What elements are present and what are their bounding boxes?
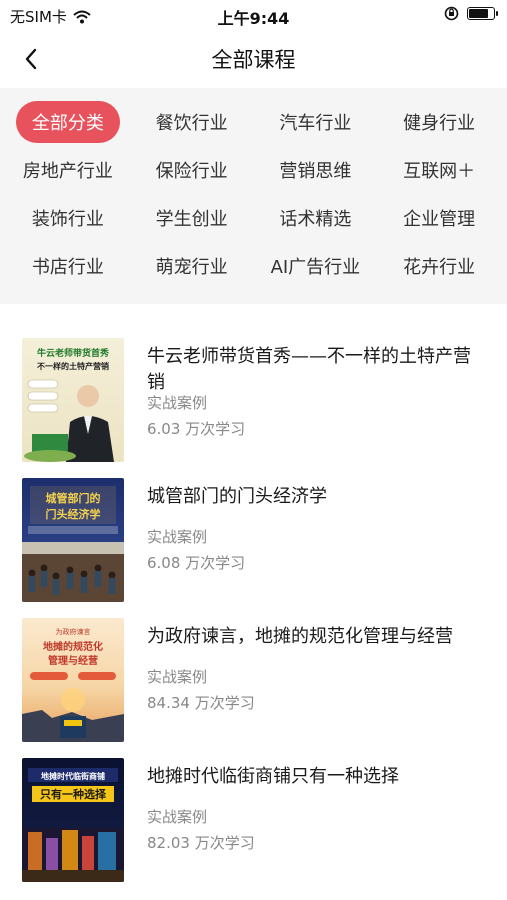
category-panel: 全部分类 餐饮行业 汽车行业 健身行业房地产行业 保险行业 营销思维 互联网＋ 装饰行业 学生创… <box>0 88 507 304</box>
course-title: 地摊时代临街商铺只有一种选择 <box>147 766 399 787</box>
category-label: 汽车行业 <box>279 113 352 134</box>
category-label: 花卉行业 <box>403 257 476 278</box>
category-item[interactable]: 萌宠行业 <box>130 246 254 286</box>
category-label: 餐饮行业 <box>155 113 228 134</box>
course-category: 实战案例 <box>147 808 208 826</box>
thumbnail-caption: 不一样的土特产营销 <box>37 361 109 371</box>
category-item[interactable]: 房地产行业 <box>6 150 130 190</box>
course-card[interactable]: 城管部门的 门头经济学 城管部门的门头经济学 实战案例 6.08 万次学习 <box>0 458 507 602</box>
nav-bar: 全部课程 <box>0 30 507 88</box>
category-label: AI广告行业 <box>270 257 361 278</box>
category-item[interactable]: 书店行业 <box>6 246 130 286</box>
battery-icon <box>467 7 498 20</box>
category-item[interactable]: 花卉行业 <box>377 246 501 286</box>
course-card[interactable]: 为政府谏言地摊的规范化 管理与经营 为政府谏言，地摊的规范化管理与经营 实战案例 84.… <box>0 598 507 742</box>
course-study-count: 6.08 万次学习 <box>147 554 246 572</box>
category-label: 萌宠行业 <box>155 257 228 278</box>
course-study-count: 84.34 万次学习 <box>147 694 255 712</box>
course-thumbnail: 地摊时代临街商铺只有一种选择 <box>22 758 124 882</box>
course-study-count: 6.03 万次学习 <box>147 420 246 438</box>
course-title: 牛云老师带货首秀——不一样的土特产营销 <box>147 346 471 393</box>
course-category: 实战案例 <box>147 528 208 546</box>
thumbnail-caption: 只有一种选择 <box>40 787 107 801</box>
page-title: 全部课程 <box>211 48 296 72</box>
category-item[interactable]: 装饰行业 <box>6 198 130 238</box>
category-item[interactable]: 汽车行业 <box>254 102 378 142</box>
course-card[interactable]: 地摊时代临街商铺 只有一种选择 地摊时代临街商铺只有一种选择 实战案例 82.03 万次… <box>0 738 507 882</box>
category-item[interactable]: 学生创业 <box>130 198 254 238</box>
thumbnail-caption: 门头经济学 <box>46 507 101 521</box>
category-item[interactable]: 餐饮行业 <box>130 102 254 142</box>
category-item[interactable]: 话术精选 <box>254 198 378 238</box>
thumbnail-caption: 管理与经营 <box>48 654 98 667</box>
category-item[interactable]: 保险行业 <box>130 150 254 190</box>
category-item[interactable]: 企业管理 <box>377 198 501 238</box>
category-item[interactable]: AI广告行业 <box>254 246 378 286</box>
category-item[interactable]: 全部分类 <box>6 101 130 143</box>
category-label: 营销思维 <box>279 161 352 182</box>
course-list: 牛云老师带货首秀 不一样的土特产营销 牛云老师带货首秀——不一样的土特产营销 实战案例… <box>0 318 507 882</box>
orientation-lock-icon <box>444 6 459 21</box>
category-item[interactable]: 互联网＋ <box>377 150 501 190</box>
course-thumbnail: 牛云老师带货首秀 不一样的土特产营销 <box>22 338 124 462</box>
category-item[interactable]: 营销思维 <box>254 150 378 190</box>
course-thumbnail-art: 城管部门的门头经济学 <box>22 486 124 602</box>
category-label: 话术精选 <box>279 209 352 230</box>
category-label: 企业管理 <box>403 209 476 230</box>
category-label: 房地产行业 <box>22 161 113 182</box>
category-label: 装饰行业 <box>31 209 104 230</box>
course-thumbnail-art: 牛云老师带货首秀不一样的土特产营销 <box>24 347 114 462</box>
status-time: 上午9:44 <box>217 9 290 28</box>
category-label: 全部分类 <box>15 101 120 143</box>
thumbnail-caption: 城管部门的 <box>46 491 101 505</box>
battery-level <box>469 9 488 18</box>
course-card[interactable]: 牛云老师带货首秀 不一样的土特产营销 牛云老师带货首秀——不一样的土特产营销 实战案例… <box>0 318 507 462</box>
course-thumbnail: 城管部门的门头经济学 <box>22 478 124 602</box>
status-right <box>444 6 498 21</box>
course-thumbnail: 为政府谏言地摊的规范化 管理与经营 <box>22 618 124 742</box>
status-bar: 无SIM卡 上午9:44 <box>0 0 507 30</box>
course-title: 城管部门的门头经济学 <box>147 486 327 507</box>
course-thumbnail-art: 地摊时代临街商铺只有一种选择 <box>22 768 124 882</box>
category-label: 保险行业 <box>155 161 228 182</box>
category-label: 学生创业 <box>155 209 228 230</box>
category-item[interactable]: 健身行业 <box>377 102 501 142</box>
category-label: 互联网＋ <box>403 161 476 182</box>
course-category: 实战案例 <box>147 394 208 412</box>
course-study-count: 82.03 万次学习 <box>147 834 255 852</box>
thumbnail-caption: 地摊的规范化 <box>43 640 103 653</box>
thumbnail-caption: 牛云老师带货首秀 <box>37 347 109 359</box>
category-label: 健身行业 <box>403 113 476 134</box>
category-label: 书店行业 <box>31 257 104 278</box>
thumbnail-caption: 为政府谏言 <box>56 627 91 636</box>
category-grid: 全部分类 餐饮行业 汽车行业 健身行业房地产行业 保险行业 营销思维 互联网＋ 装饰行业 学生创… <box>6 101 501 286</box>
course-category: 实战案例 <box>147 668 208 686</box>
course-title: 为政府谏言，地摊的规范化管理与经营 <box>147 626 453 647</box>
thumbnail-caption: 地摊时代临街商铺 <box>41 771 105 781</box>
course-thumbnail-art: 为政府谏言地摊的规范化管理与经营 <box>22 627 124 742</box>
